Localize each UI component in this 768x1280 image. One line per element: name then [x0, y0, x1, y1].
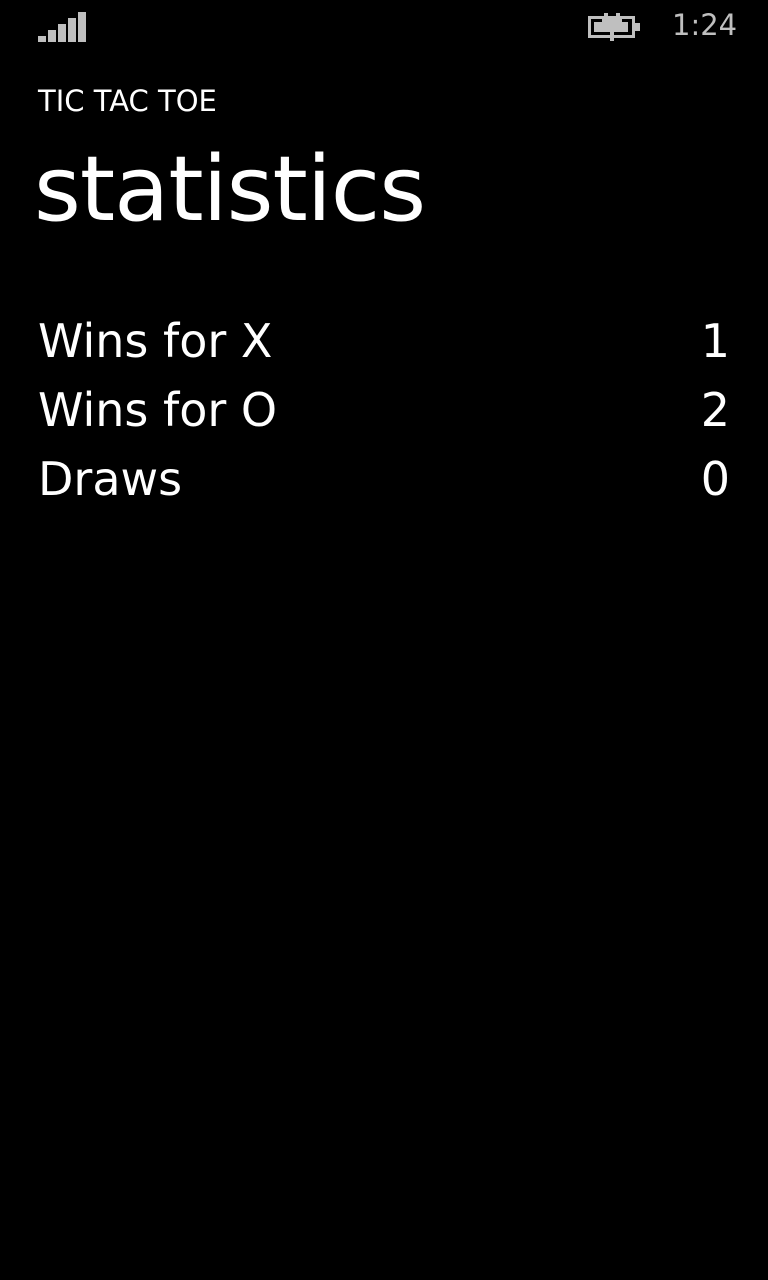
statistics-list: Wins for X 1 Wins for O 2 Draws 0 [38, 314, 732, 521]
stat-row-draws: Draws 0 [38, 452, 732, 521]
stat-label: Wins for X [38, 314, 273, 368]
stat-value: 2 [700, 383, 730, 437]
page-title: statistics [34, 137, 426, 242]
stat-label: Draws [38, 452, 183, 506]
stat-value: 1 [700, 314, 730, 368]
stat-row-wins-o: Wins for O 2 [38, 383, 732, 452]
battery-charging-icon [588, 13, 640, 41]
stat-value: 0 [700, 452, 730, 506]
stat-label: Wins for O [38, 383, 278, 437]
signal-strength-icon [38, 12, 86, 42]
stat-row-wins-x: Wins for X 1 [38, 314, 732, 383]
app-title: TIC TAC TOE [38, 84, 217, 118]
status-time: 1:24 [672, 8, 738, 42]
status-bar: 1:24 [0, 0, 768, 56]
